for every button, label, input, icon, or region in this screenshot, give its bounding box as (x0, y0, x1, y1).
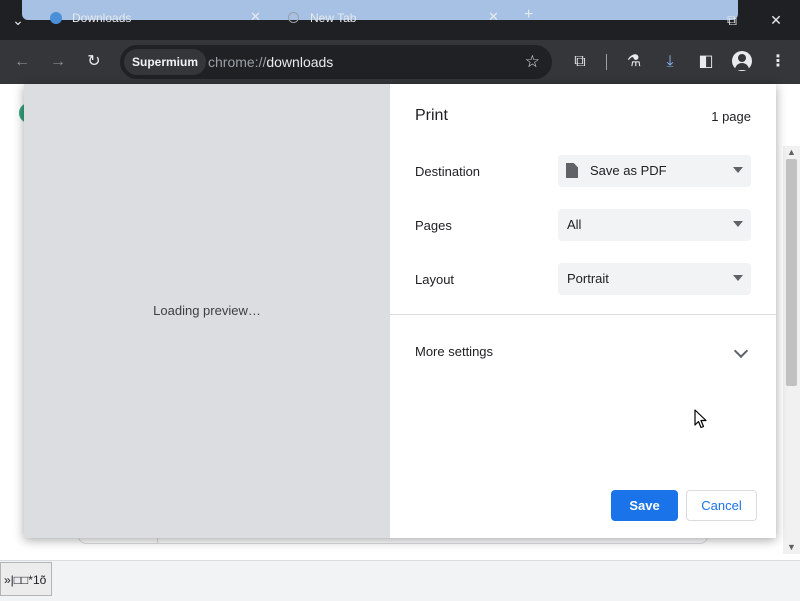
destination-value: Save as PDF (590, 163, 667, 178)
url-scheme: chrome:// (208, 54, 267, 70)
url-text[interactable]: chrome://downloads (208, 54, 333, 70)
close-tab-icon[interactable]: ✕ (250, 9, 261, 25)
scroll-down-icon[interactable]: ▼ (785, 542, 798, 552)
layout-select[interactable]: Portrait (558, 263, 751, 295)
file-icon (566, 163, 578, 178)
omnibox[interactable]: Supermium chrome://downloads ☆ (120, 45, 552, 79)
side-panel-icon[interactable]: ◧ (694, 50, 718, 74)
layout-label: Layout (415, 272, 455, 287)
page-count: 1 page (711, 109, 751, 124)
back-icon[interactable]: ← (10, 50, 34, 74)
toolbar: ← → ↻ Supermium chrome://downloads ☆ ⧉ ⚗… (0, 40, 800, 84)
avatar-head (738, 54, 746, 62)
print-dialog: Loading preview… Print 1 page Destinatio… (24, 84, 776, 538)
pages-label: Pages (415, 218, 452, 233)
save-button[interactable]: Save (611, 490, 678, 521)
print-preview-area: Loading preview… (24, 84, 390, 538)
layout-value: Portrait (567, 271, 609, 286)
new-tab-favicon (288, 12, 299, 23)
scrollbar-thumb[interactable] (786, 159, 797, 386)
kebab-menu-icon[interactable]: ⋮ (766, 50, 790, 74)
print-settings-panel: Print 1 page Destination Save as PDF Pag… (390, 84, 776, 538)
url-host: downloads (266, 54, 334, 70)
chevron-down-icon (733, 221, 743, 227)
tab-search-icon[interactable]: ⌄ (6, 8, 30, 32)
tab-new-tab[interactable]: New Tab (310, 11, 356, 25)
forward-icon[interactable]: → (46, 50, 70, 74)
destination-label: Destination (415, 164, 481, 179)
avatar-body (735, 63, 749, 70)
cancel-button[interactable]: Cancel (686, 490, 757, 521)
chevron-down-icon (733, 275, 743, 281)
flask-icon[interactable]: ⚗ (622, 50, 646, 74)
close-tab-icon[interactable]: ✕ (488, 9, 499, 25)
bottom-bar (0, 560, 800, 601)
star-icon[interactable]: ☆ (525, 52, 540, 72)
preview-loading-text: Loading preview… (153, 303, 261, 318)
print-title: Print (415, 107, 448, 124)
restore-window-icon[interactable]: ⧉ (720, 8, 744, 32)
tab-downloads[interactable]: Downloads (72, 11, 131, 25)
chevron-down-icon[interactable] (733, 343, 749, 359)
settings-divider (390, 314, 776, 315)
destination-select[interactable]: Save as PDF (558, 155, 751, 187)
avatar-icon[interactable] (732, 51, 752, 71)
downloads-tab-favicon (50, 12, 62, 24)
close-window-icon[interactable]: ✕ (764, 8, 788, 32)
chevron-down-icon (733, 167, 743, 173)
mouse-cursor-icon (694, 409, 707, 429)
browser-chip[interactable]: Supermium (124, 49, 207, 75)
more-settings-toggle[interactable]: More settings (415, 344, 493, 359)
reload-icon[interactable]: ↻ (82, 50, 106, 74)
download-icon[interactable]: ⤓ (658, 50, 682, 74)
tab-strip: ⌄ Downloads ✕ New Tab ✕ + ⧉ ✕ (0, 0, 800, 40)
pages-select[interactable]: All (558, 209, 751, 241)
pages-value: All (567, 217, 582, 232)
bottom-chip[interactable]: »|□□*1õ (0, 562, 52, 596)
new-tab-button[interactable]: + (524, 6, 533, 24)
toolbar-divider (606, 54, 607, 70)
scroll-up-icon[interactable]: ▲ (785, 147, 798, 157)
puzzle-icon[interactable]: ⧉ (568, 50, 592, 74)
